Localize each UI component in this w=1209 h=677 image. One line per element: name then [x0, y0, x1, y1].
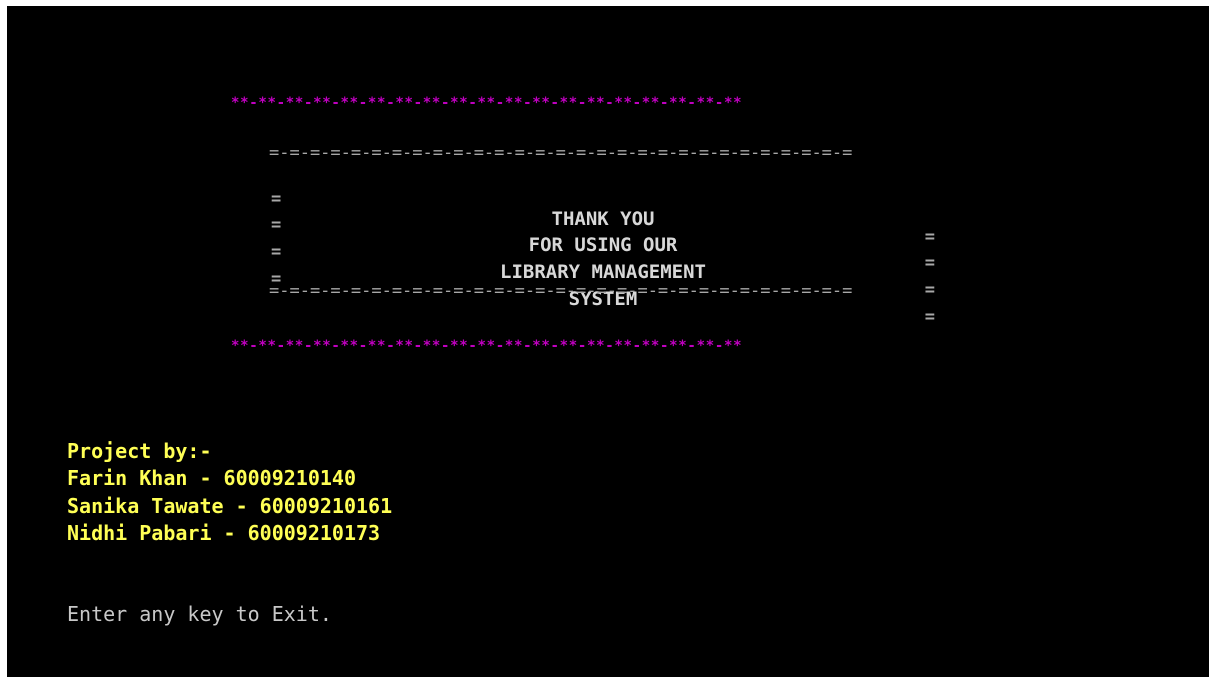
credit-member: Farin Khan - 60009210140 [67, 466, 356, 490]
message-row-3: = LIBRARY MANAGEMENT = [271, 225, 935, 299]
message-row-1: = THANK YOU = [271, 172, 935, 246]
console-screen: **-**-**-**-**-**-**-**-**-**-**-**-**-*… [7, 6, 1209, 677]
equals-border-bottom: =-=-=-=-=-=-=-=-=-=-=-=-=-=-=-=-=-=-=-=-… [269, 281, 853, 301]
credit-member: Nidhi Pabari - 60009210173 [67, 521, 381, 545]
credits-heading: Project by:- [67, 439, 212, 463]
star-border-bottom: **-**-**-**-**-**-**-**-**-**-**-**-**-*… [231, 338, 743, 354]
border-right-char: = [924, 307, 935, 327]
equals-border-top: =-=-=-=-=-=-=-=-=-=-=-=-=-=-=-=-=-=-=-=-… [269, 143, 853, 163]
message-row-2: = FOR USING OUR = [271, 198, 935, 272]
exit-prompt[interactable]: Enter any key to Exit. [67, 604, 332, 624]
message-row-4: = SYSTEM = [271, 252, 935, 326]
star-border-top: **-**-**-**-**-**-**-**-**-**-**-**-**-*… [231, 95, 743, 111]
credit-member: Sanika Tawate - 60009210161 [67, 494, 393, 518]
